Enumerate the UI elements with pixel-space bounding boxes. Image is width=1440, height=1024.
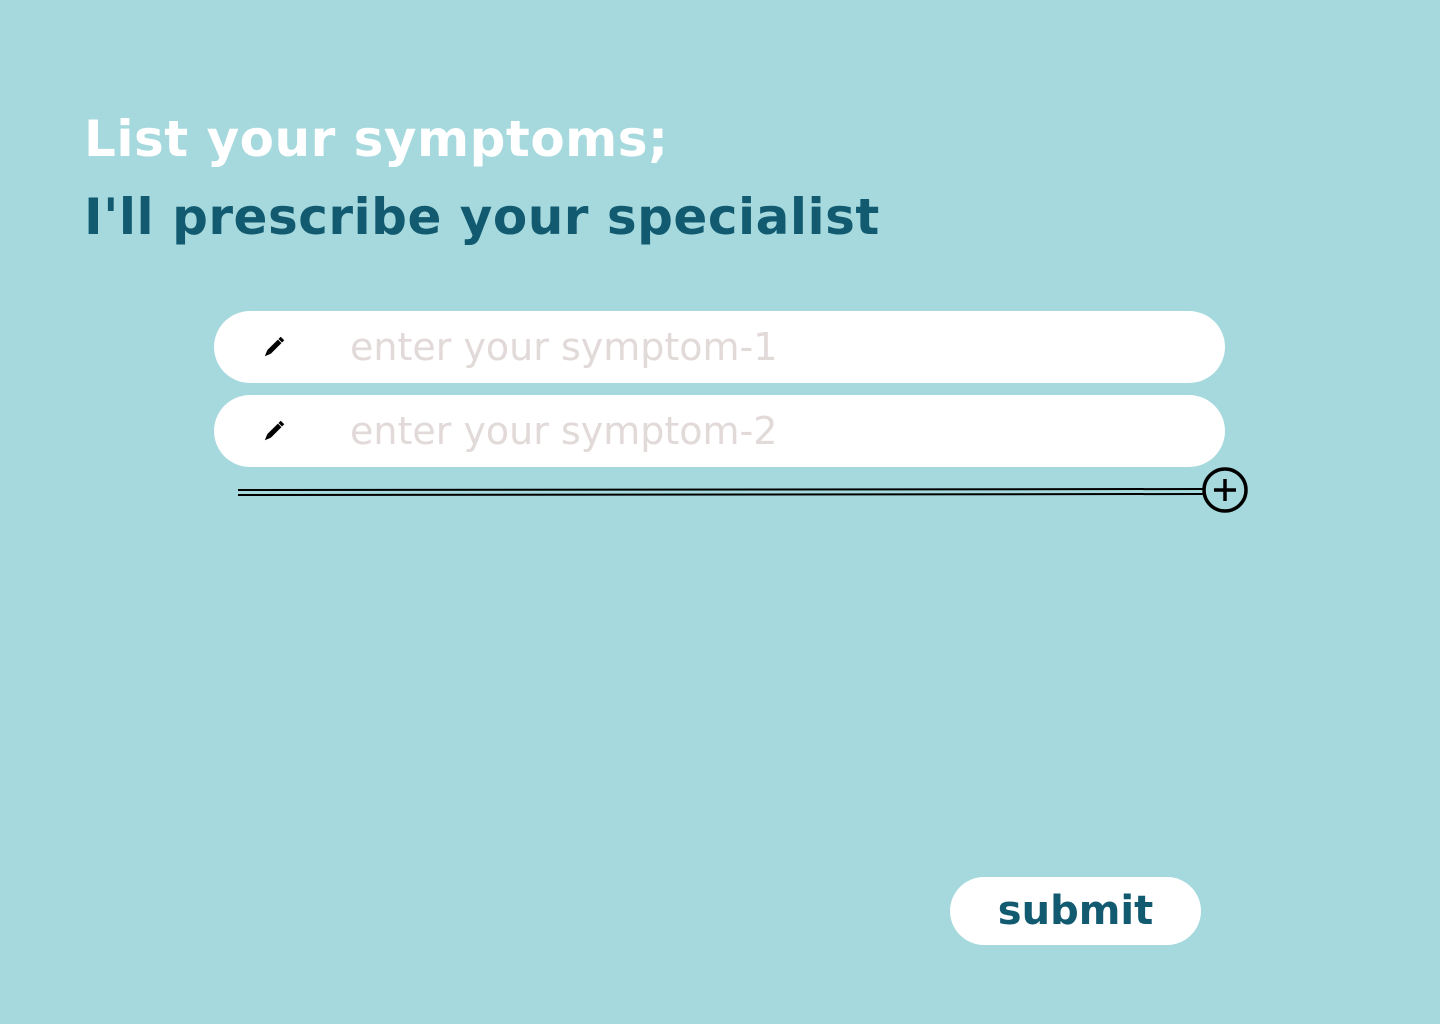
pencil-icon [264,336,285,357]
submit-button[interactable]: submit [950,877,1201,945]
symptom-input-2[interactable] [344,395,1184,467]
plus-circle-icon[interactable] [1200,465,1250,515]
symptom-field-2[interactable] [214,395,1225,467]
page-subtitle: I'll prescribe your specialist [84,188,880,246]
symptom-field-1[interactable] [214,311,1225,383]
symptom-input-1[interactable] [344,311,1184,383]
page-title: List your symptoms; [84,110,669,168]
pencil-icon [264,420,285,441]
add-symptom-divider [238,488,1204,496]
